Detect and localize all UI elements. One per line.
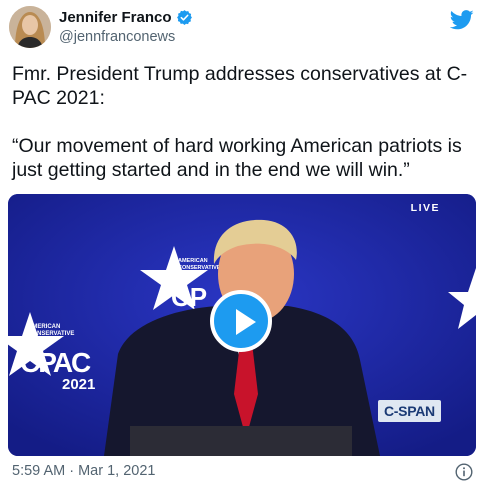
tweet-card: Jennifer Franco @jennfranconews Fmr. Pre…: [0, 0, 486, 491]
author-handle[interactable]: @jennfranconews: [59, 29, 175, 45]
tweet-text: Fmr. President Trump addresses conservat…: [12, 62, 478, 182]
play-icon: [236, 309, 256, 335]
center-sign-logo: CP: [171, 282, 207, 312]
left-sign-line3: UNION: [28, 338, 47, 344]
avatar-image: [9, 6, 51, 48]
tweet-timestamp[interactable]: 5:59 AM · Mar 1, 2021: [12, 463, 155, 479]
author-name-row[interactable]: Jennifer Franco: [59, 9, 193, 26]
center-sign-line3: UNION: [178, 272, 196, 278]
verified-badge-icon: [176, 10, 192, 25]
left-sign-line1: AMERICAN: [28, 324, 60, 330]
tweet-text-quote: “Our movement of hard working American p…: [12, 135, 462, 181]
left-sign-year: 2021: [62, 376, 95, 393]
avatar[interactable]: [9, 6, 51, 48]
info-icon[interactable]: [455, 463, 473, 481]
left-sign-logo: CPAC: [20, 347, 91, 378]
center-sign-line2: CONSERVATIVE: [178, 265, 221, 271]
center-sign-line1: AMERICAN: [178, 258, 208, 264]
video-player[interactable]: AMERICAN CONSERVATIVE UNION CPAC 2021 AM…: [8, 194, 476, 456]
tweet-text-intro: Fmr. President Trump addresses conservat…: [12, 63, 468, 109]
display-name[interactable]: Jennifer Franco: [59, 9, 172, 26]
live-badge: LIVE: [410, 202, 440, 214]
twitter-bird-icon[interactable]: [450, 10, 474, 30]
play-button[interactable]: [210, 290, 272, 352]
left-sign-line2: CONSERVATIVE: [28, 331, 74, 337]
cspan-network-bug: C-SPAN: [378, 400, 441, 422]
